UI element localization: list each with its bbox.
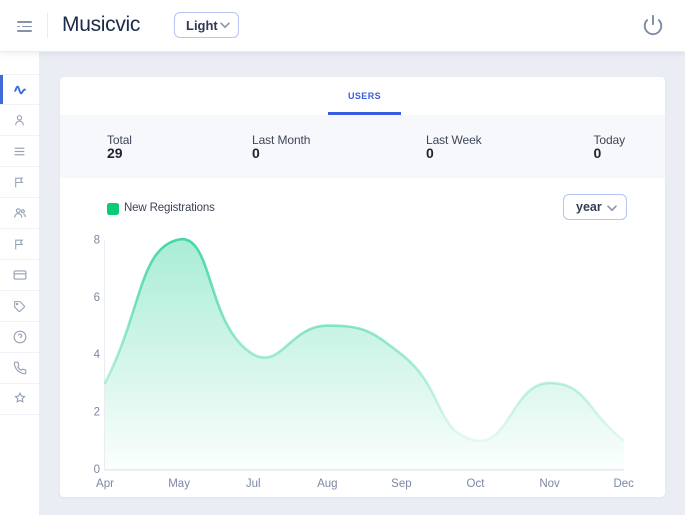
svg-text:2: 2 — [94, 407, 100, 419]
svg-text:Sep: Sep — [391, 478, 411, 490]
svg-text:0: 0 — [94, 464, 100, 476]
svg-text:Oct: Oct — [467, 478, 486, 490]
svg-text:6: 6 — [94, 292, 100, 304]
svg-text:Apr: Apr — [96, 478, 114, 490]
svg-text:Nov: Nov — [539, 478, 560, 490]
svg-text:8: 8 — [94, 235, 100, 247]
svg-text:Jul: Jul — [246, 478, 261, 490]
svg-text:Aug: Aug — [317, 478, 337, 490]
svg-text:4: 4 — [94, 349, 101, 361]
svg-text:May: May — [168, 478, 190, 490]
svg-text:Dec: Dec — [613, 478, 634, 490]
